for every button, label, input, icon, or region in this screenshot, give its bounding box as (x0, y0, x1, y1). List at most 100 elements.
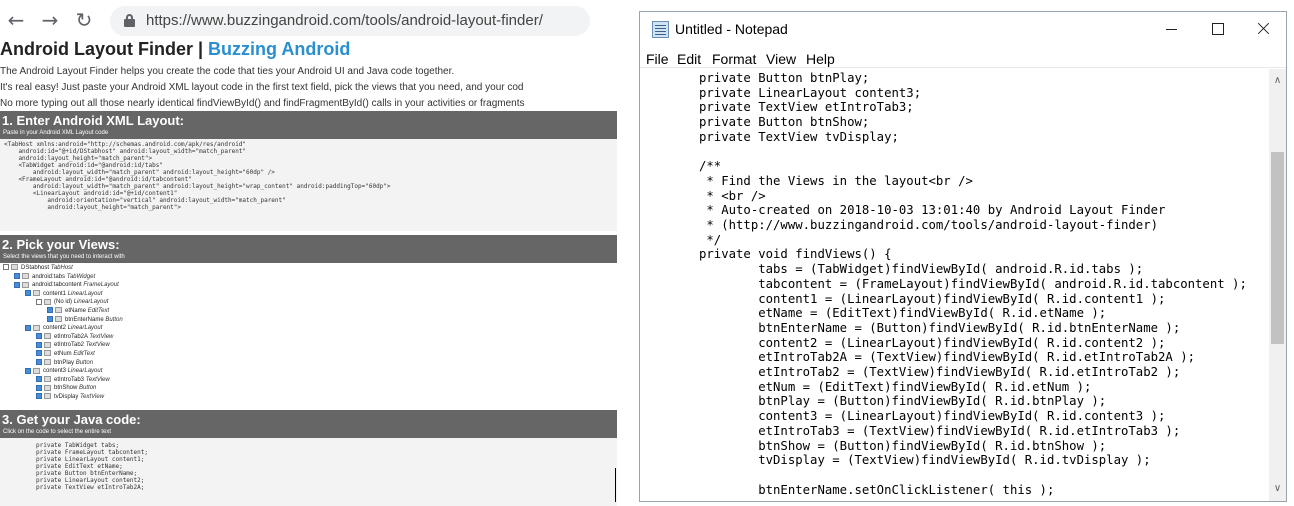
view-id-label: btnEnterName (65, 316, 104, 323)
view-checkbox[interactable] (36, 298, 42, 305)
page-title: Android Layout Finder | Buzzing Android (0, 39, 351, 59)
section-subtitle: Select the views that you need to intera… (3, 254, 125, 260)
java-output-textarea[interactable]: private TabWidget tabs; private FrameLayo… (0, 438, 617, 506)
view-tree-item[interactable]: etNum EditText (36, 350, 95, 358)
forward-button[interactable]: → (39, 9, 61, 31)
menu-help[interactable]: Help (806, 51, 835, 67)
java-code-line: private Button btnEnterName; (36, 470, 138, 477)
section-header-java: 3. Get your Java code: Click on the code… (0, 410, 617, 438)
browser-toolbar: ← → ↻ https://www.buzzingandroid.com/too… (0, 0, 617, 40)
view-tree-item[interactable]: etName EditText (47, 307, 109, 315)
view-type-label: TabHost (50, 265, 73, 271)
code-line: private TextView tvDisplay; (699, 129, 899, 144)
xml-code-line: <FrameLayout android:id="@android:id/tab… (4, 176, 192, 183)
view-checkbox[interactable] (36, 341, 42, 348)
section-title: 2. Pick your Views: (2, 237, 120, 252)
view-tree-item[interactable]: android:tabs TabWidget (14, 273, 95, 281)
view-tree-item[interactable]: content1 LinearLayout (25, 290, 102, 298)
view-type-icon (22, 273, 29, 280)
view-checkbox[interactable] (36, 376, 42, 383)
close-button[interactable] (1240, 12, 1286, 46)
view-checkbox[interactable] (14, 273, 20, 280)
view-type-label: EditText (73, 351, 95, 357)
url-text: https://www.buzzingandroid.com/tools/and… (146, 12, 543, 29)
scroll-up-icon[interactable]: ∧ (1269, 73, 1286, 89)
view-checkbox[interactable] (47, 307, 53, 314)
menu-file[interactable]: File (646, 51, 669, 67)
view-checkbox[interactable] (47, 316, 53, 323)
view-id-label: btnShow (54, 385, 78, 392)
vertical-scrollbar[interactable]: ∧ ∨ (1269, 69, 1286, 501)
scroll-thumb[interactable] (1271, 152, 1284, 344)
view-tree-item[interactable]: btnPlay Button (36, 359, 93, 367)
scroll-down-icon[interactable]: ∨ (1269, 481, 1286, 497)
code-line: private TextView etIntroTab3; (699, 100, 914, 115)
view-checkbox[interactable] (25, 367, 31, 374)
view-tree-item[interactable]: content2 LinearLayout (25, 324, 102, 332)
view-checkbox[interactable] (36, 359, 42, 366)
view-type-label: Button (79, 385, 97, 392)
view-checkbox[interactable] (36, 384, 42, 391)
reload-button[interactable]: ↻ (73, 9, 95, 31)
view-tree-item[interactable]: etIntroTab3 TextView (36, 376, 110, 384)
address-bar[interactable]: https://www.buzzingandroid.com/tools/and… (110, 6, 590, 36)
view-checkbox[interactable] (36, 350, 42, 357)
menu-edit[interactable]: Edit (677, 51, 701, 67)
view-type-icon (44, 359, 51, 366)
view-id-label: (No id) (54, 299, 73, 306)
xml-code-line: android:layout_width="match_parent" andr… (4, 169, 275, 176)
view-checkbox[interactable] (3, 264, 9, 271)
text-editor[interactable]: private Button btnPlay; private LinearLay… (640, 69, 1269, 501)
view-id-label: etIntroTab2A (54, 333, 88, 340)
window-title: Untitled - Notepad (675, 21, 788, 37)
menu-view[interactable]: View (766, 51, 796, 67)
view-type-label: FrameLayout (83, 282, 119, 289)
site-name-link[interactable]: Buzzing Android (208, 39, 350, 59)
menu-bar: File Edit Format View Help (640, 48, 1286, 68)
view-tree-item[interactable]: tvDisplay TextView (36, 393, 104, 401)
minimize-button[interactable] (1148, 12, 1194, 46)
view-tree-item[interactable]: android:tabcontent FrameLayout (14, 281, 119, 289)
back-button[interactable]: ← (5, 9, 27, 31)
view-id-label: etIntroTab3 (54, 376, 85, 383)
view-type-icon (22, 281, 29, 288)
view-tree-item[interactable]: btnEnterName Button (47, 316, 123, 324)
view-checkbox[interactable] (14, 281, 20, 288)
view-type-icon (33, 290, 40, 297)
view-id-label: DStabhost (21, 265, 50, 271)
code-line: content3 = (LinearLayout)findViewById( R… (699, 409, 1166, 424)
menu-format[interactable]: Format (712, 51, 756, 67)
view-type-icon (44, 376, 51, 383)
section-subtitle: Click on the code to select the entire t… (3, 429, 112, 435)
view-tree-item[interactable]: content3 LinearLayout (25, 367, 102, 375)
view-tree-item[interactable]: (No id) LinearLayout (36, 298, 108, 306)
view-checkbox[interactable] (36, 393, 42, 400)
title-bar[interactable]: Untitled - Notepad (640, 12, 1286, 46)
code-line: tabs = (TabWidget)findViewById( android.… (699, 262, 1144, 277)
view-id-label: content1 (43, 290, 67, 297)
view-type-label: TextView (80, 394, 105, 400)
xml-input-textarea[interactable]: <TabHost xmlns:android="http://schemas.a… (0, 139, 617, 231)
section-title: 1. Enter Android XML Layout: (2, 113, 185, 128)
view-checkbox[interactable] (25, 324, 31, 331)
code-line: private Button btnShow; (699, 115, 870, 130)
view-tree-item[interactable]: etIntroTab2 TextView (36, 341, 110, 349)
xml-code-line: android:layout_height="match_parent"> (4, 155, 153, 162)
code-line: content2 = (LinearLayout)findViewById( R… (699, 335, 1166, 350)
code-line: tabcontent = (FrameLayout)findViewById( … (699, 276, 1247, 291)
view-type-icon (11, 264, 18, 271)
view-id-label: android:tabcontent (32, 282, 82, 289)
view-tree-item[interactable]: btnShow Button (36, 384, 96, 392)
view-tree-item[interactable]: etIntroTab2A TextView (36, 333, 113, 341)
code-line: etName = (EditText)findViewById( R.id.et… (699, 306, 1107, 321)
view-checkbox[interactable] (36, 333, 42, 340)
view-id-label: etNum (54, 351, 72, 357)
view-type-label: TextView (85, 342, 110, 349)
code-line: private LinearLayout content3; (699, 85, 922, 100)
xml-code-line: android:orientation="vertical" android:l… (4, 197, 286, 204)
view-checkbox[interactable] (25, 290, 31, 297)
code-line: etNum = (EditText)findViewById( R.id.etN… (699, 379, 1092, 394)
maximize-button[interactable] (1194, 12, 1240, 46)
view-tree-item[interactable]: DStabhost TabHost (3, 264, 73, 272)
view-type-icon (33, 367, 40, 374)
